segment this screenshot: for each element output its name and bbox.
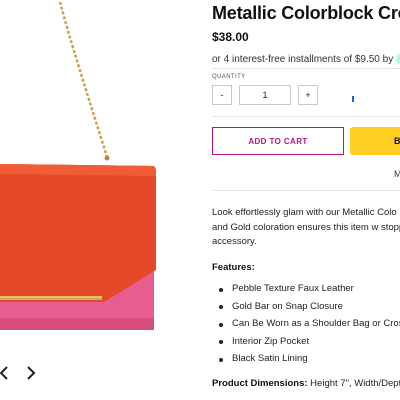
product-description: Look effortlessly glam with our Metallic… (212, 207, 400, 247)
gallery-next-button[interactable] (23, 364, 39, 382)
divider (212, 190, 400, 191)
quantity-label: QUANTITY (212, 74, 246, 80)
quantity-input[interactable] (239, 85, 291, 105)
gallery-prev-button[interactable] (0, 364, 13, 382)
installments-text: or 4 interest-free installments of $9.50… (212, 54, 394, 65)
dimensions-label: Product Dimensions: (212, 378, 308, 389)
afterpay-badge[interactable]: afte (396, 53, 400, 65)
quantity-decrease-button[interactable]: - (212, 85, 232, 105)
add-to-cart-button[interactable]: ADD TO CART (212, 127, 344, 155)
product-image[interactable] (0, 0, 204, 400)
features-heading: Features: (212, 262, 255, 273)
product-price: $38.00 (212, 30, 249, 44)
list-item: Pebble Texture Faux Leather (212, 283, 400, 301)
product-title: Metallic Colorblock Cro (212, 3, 400, 23)
buy-now-button[interactable]: B (350, 127, 400, 155)
features-list: Pebble Texture Faux Leather Gold Bar on … (212, 283, 400, 371)
product-info: Metallic Colorblock Cro $38.00 or 4 inte… (212, 0, 400, 400)
list-item: Interior Zip Pocket (212, 336, 400, 354)
quantity-increase-button[interactable]: + (298, 85, 318, 105)
chain-strap (58, 1, 110, 161)
installments-note: or 4 interest-free installments of $9.50… (212, 53, 400, 65)
strap-ring (104, 155, 110, 161)
product-dimensions: Product Dimensions: Height 7", Width/Dep… (212, 378, 400, 389)
bag-flap (0, 164, 156, 302)
chevron-left-icon (0, 366, 8, 380)
product-gallery (0, 0, 204, 400)
more-options-link[interactable]: M (394, 169, 400, 179)
quantity-stepper: - + (212, 85, 318, 105)
bag-bottom-shade (0, 318, 154, 330)
list-item: Can Be Worn as a Shoulder Bag or Cros (212, 318, 400, 336)
list-item: Gold Bar on Snap Closure (212, 301, 400, 319)
list-item: Black Satin Lining (212, 353, 400, 371)
dimensions-value: Height 7", Width/Dept (307, 378, 400, 389)
info-mark (352, 96, 354, 102)
divider (212, 116, 400, 117)
flap-highlight (0, 164, 156, 176)
chevron-right-icon (27, 366, 36, 380)
divider (212, 68, 400, 69)
